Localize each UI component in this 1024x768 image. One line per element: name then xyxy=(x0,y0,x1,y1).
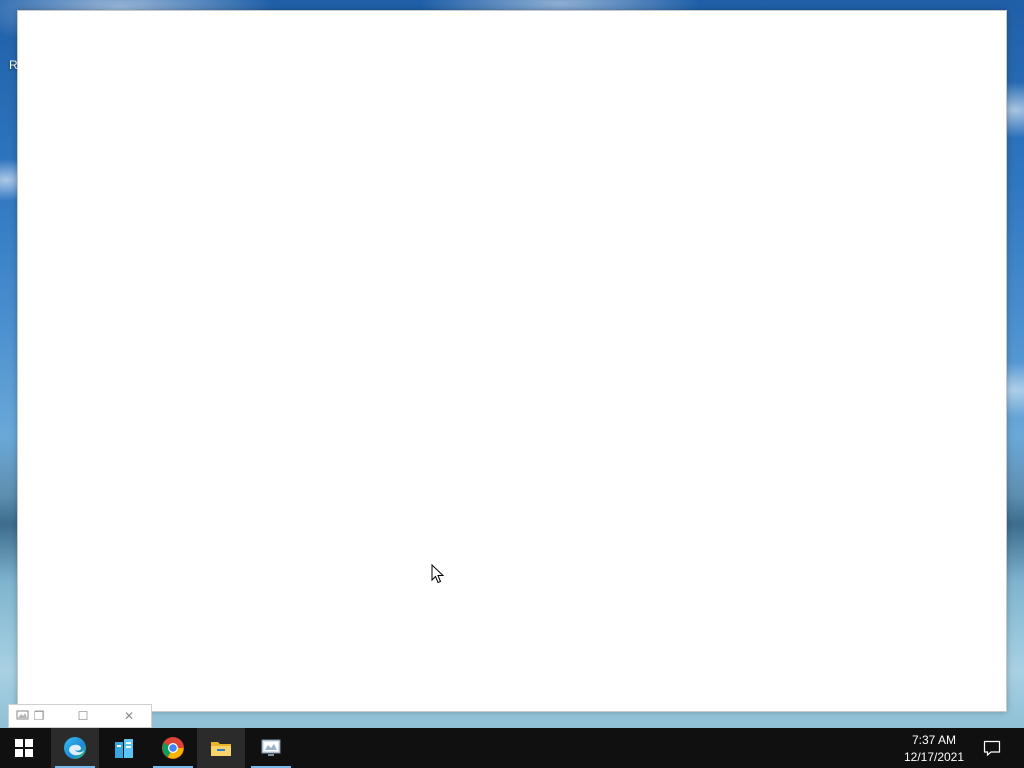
remote-desktop-icon xyxy=(261,739,281,756)
taskbar-file-explorer-button[interactable] xyxy=(197,728,245,768)
close-icon[interactable]: ✕ xyxy=(121,708,137,724)
mouse-cursor-icon xyxy=(431,564,445,584)
taskbar: 7:37 AM 12/17/2021 xyxy=(0,728,1024,768)
windows-logo-icon xyxy=(15,739,33,757)
window-icon xyxy=(15,708,31,724)
taskbar-chrome-button[interactable] xyxy=(149,728,197,768)
start-button[interactable] xyxy=(0,728,48,768)
taskbar-server-manager-button[interactable] xyxy=(100,728,148,768)
edge-icon xyxy=(64,737,86,759)
taskbar-remote-desktop-button[interactable] xyxy=(247,728,295,768)
minimized-window-bar[interactable]: ❐ ☐ ✕ xyxy=(8,704,152,728)
taskbar-clock[interactable]: 7:37 AM 12/17/2021 xyxy=(898,730,970,766)
clock-date: 12/17/2021 xyxy=(903,750,965,764)
blank-app-window[interactable] xyxy=(17,10,1007,712)
chrome-icon xyxy=(162,737,184,759)
folder-icon xyxy=(211,742,231,756)
maximize-icon[interactable]: ☐ xyxy=(75,708,91,724)
taskbar-edge-button[interactable] xyxy=(51,728,99,768)
clock-time: 7:37 AM xyxy=(911,733,957,747)
restore-icon[interactable]: ❐ xyxy=(31,708,47,724)
server-manager-icon xyxy=(115,739,133,758)
action-center-button[interactable] xyxy=(972,728,1012,768)
notification-icon xyxy=(983,740,1001,757)
